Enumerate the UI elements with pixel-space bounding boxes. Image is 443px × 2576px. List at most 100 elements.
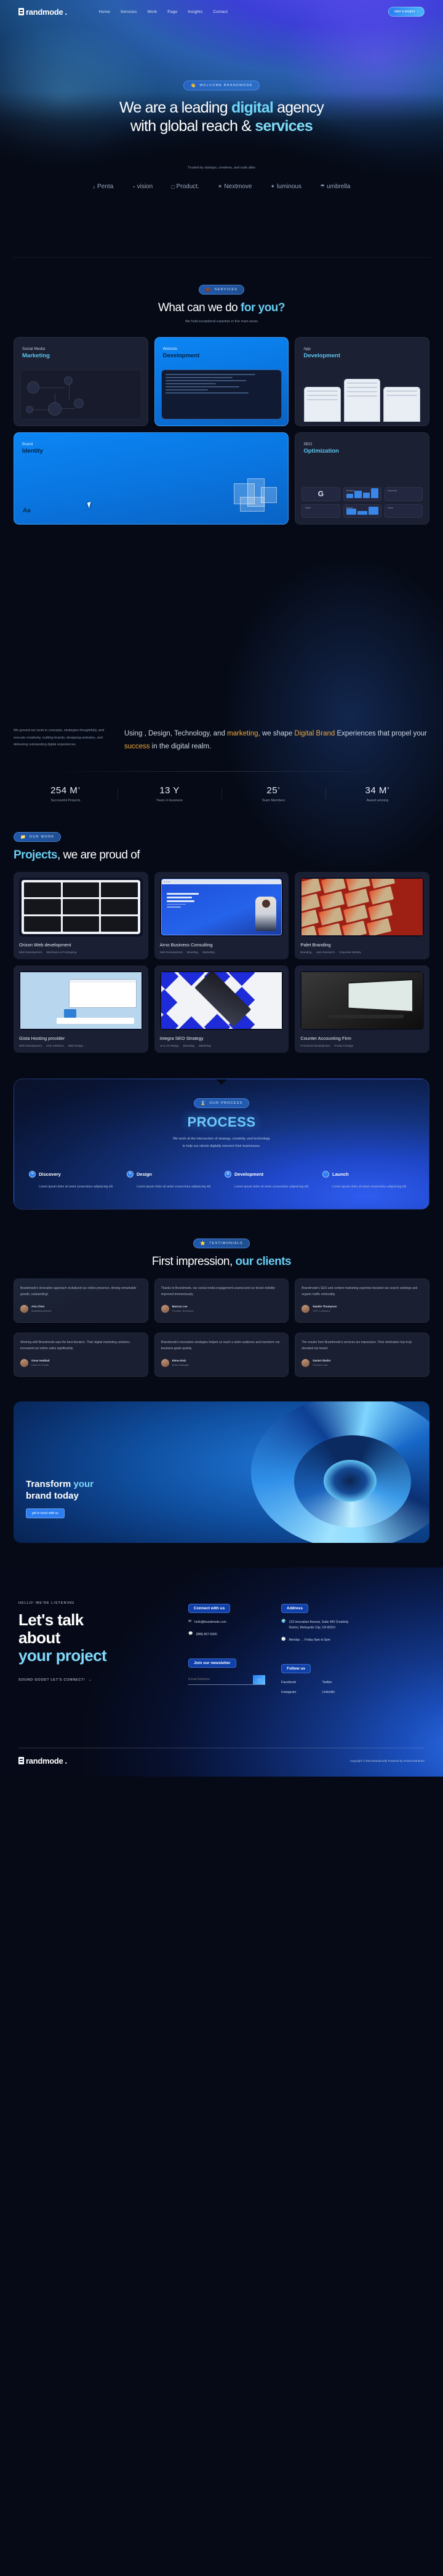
newsletter-submit-button[interactable]: → (253, 1674, 265, 1684)
newsletter-form: → (188, 1674, 265, 1685)
business-cards-art (301, 878, 423, 935)
grid9-art (22, 879, 140, 934)
process-badge-label: OUR PROCESS (209, 1101, 243, 1105)
footer-phone-row[interactable]: 💬 (888) 807-5000 (188, 1632, 265, 1638)
footer-connect-label: SOUND GOOD? LET'S CONNECT! (18, 1678, 86, 1682)
testimonial-role: Founder, Nextmove (172, 1309, 194, 1312)
rocket-icon: ∷ (322, 1170, 329, 1178)
process-steps: ✶ Discovery Lorem ipsum dolor sit amet c… (14, 1170, 429, 1191)
project-thumbnail (300, 877, 424, 937)
nav-item-work[interactable]: Work (147, 10, 157, 14)
footer-connect-title: Connect with us (188, 1603, 231, 1613)
projects-title-accent: Projects (14, 848, 57, 862)
project-card[interactable]: Orizon Web development Web Development, … (14, 871, 148, 959)
testimonials-badge: ⭐ TESTIMONIALS (193, 1238, 250, 1248)
briefcase-icon: 💼 (205, 288, 212, 292)
social-link-instagram[interactable]: Instagram (281, 1690, 317, 1694)
social-link-linkedin[interactable]: LinkedIn (322, 1690, 359, 1694)
newsletter-email-input[interactable] (188, 1675, 253, 1684)
footer-left: HELLO! WE'RE LISTENING Let's talk about … (18, 1601, 172, 1694)
client-logo-product: □ Product. (171, 183, 199, 190)
envelope-icon: ✉ (188, 1619, 192, 1623)
project-card[interactable]: Counter Accounting Firm Front-End Develo… (295, 965, 429, 1053)
footer-follow-title: Follow us (281, 1663, 311, 1673)
footer-headline-line1: Let's talk (18, 1610, 84, 1629)
avatar (20, 1304, 28, 1313)
process-subtitle-line1: We work at the intersection of strategy,… (173, 1136, 270, 1141)
testimonial-author: Marcus Lee (172, 1305, 188, 1309)
transform-banner: Transform your brand today get in touch … (14, 1401, 429, 1543)
brand-type-sample: Aa (23, 507, 31, 514)
about-seg-2: , we shape (258, 730, 295, 737)
testimonials-header: ⭐ TESTIMONIALS First impression, our cli… (0, 1210, 443, 1269)
project-title: Counter Accounting Firm (300, 1035, 351, 1041)
service-card-brand-identity[interactable]: Brand Identity Aa (14, 432, 289, 525)
luminous-icon: ✦ (270, 183, 275, 189)
chevron-right-icon: › (417, 10, 418, 14)
service-card-website-development[interactable]: Website Development (154, 337, 289, 426)
testimonial-meta: Aria Chen Marketing Director (20, 1304, 142, 1313)
social-link-facebook[interactable]: Facebook (281, 1681, 317, 1684)
service-card-app-development[interactable]: App Development (295, 337, 429, 426)
brand-logo[interactable]: randmode . (18, 7, 67, 17)
process-header: ⌛ OUR PROCESS PROCESS We work at the int… (14, 1096, 429, 1150)
process-step-discovery: ✶ Discovery Lorem ipsum dolor sit amet c… (29, 1170, 121, 1191)
social-link-twitter[interactable]: Twitter (322, 1681, 359, 1684)
vision-icon: ◔ (132, 183, 135, 190)
product-icon: □ (171, 183, 175, 190)
project-card[interactable]: Arno Business Consulting Web Development… (154, 871, 289, 959)
service-card-social-media-marketing[interactable]: Social Media Marketing (14, 337, 148, 426)
process-step-text: Lorem ipsum dolor sit amet consectetur a… (137, 1184, 211, 1189)
project-card[interactable]: Gista Hosting provider Web Development, … (14, 965, 148, 1053)
project-thumbnail (159, 970, 284, 1030)
footer-email-row[interactable]: ✉ hello@brandmode.com (188, 1620, 265, 1625)
arrow-right-icon: → (88, 1678, 92, 1682)
mockup-person-head (262, 899, 271, 908)
footer-brand-logo[interactable]: randmode . (18, 1756, 67, 1766)
services-section: 💼 SERVICES What can we do for you? We ho… (0, 258, 443, 525)
project-card[interactable]: integra SEO Strategy UI & UX design, Bra… (154, 965, 289, 1053)
stat-label: Years in business (156, 798, 183, 803)
stat-sup: + (386, 786, 390, 791)
project-title: Arno Business Consulting (159, 941, 213, 948)
stat-number: 34 M (365, 785, 387, 796)
footer-newsletter: Join our newsletter → (188, 1656, 265, 1685)
footer-hours-row: 🕓 Monday → Friday 9am to 5pm (281, 1638, 358, 1643)
monitor-base (327, 1015, 404, 1018)
project-tag: Front-End Development, (300, 1044, 331, 1047)
about-seg-4: Experiences that propel your (335, 730, 427, 737)
projects-title-rest: , we are proud of (57, 848, 140, 862)
project-card[interactable]: Palet Branding Branding, User Research, … (295, 871, 429, 959)
google-icon: G (317, 489, 324, 499)
start-project-button[interactable]: start a project › (388, 7, 425, 17)
banner-content: Transform your brand today get in touch … (26, 1479, 94, 1518)
nav-item-services[interactable]: Services (121, 10, 137, 14)
stat-years-in-business: 13 Y Years in business (118, 785, 222, 803)
chat-icon: 💬 (188, 1631, 193, 1636)
service-card-title: Identity (22, 448, 43, 454)
footer-phone: (888) 807-5000 (196, 1632, 217, 1636)
services-badge: 💼 SERVICES (198, 285, 245, 295)
process-step-development: ⚙ Development Lorem ipsum dolor sit amet… (225, 1170, 316, 1191)
stat-value: 34 M+ (325, 785, 429, 796)
banner-cta-button[interactable]: get in touch with us (26, 1508, 65, 1518)
nav-item-contact[interactable]: Contact (213, 10, 228, 14)
project-thumbnail (19, 970, 143, 1030)
process-notch (215, 1079, 228, 1085)
compass-icon: ✶ (29, 1170, 36, 1178)
nav-item-home[interactable]: Home (99, 10, 110, 14)
footer-connect-cta[interactable]: SOUND GOOD? LET'S CONNECT! → (18, 1678, 172, 1682)
service-card-seo-optimization[interactable]: SEO Optimization G Ranking Keywords Traf… (295, 432, 429, 525)
nav-item-insights[interactable]: Insights (188, 10, 202, 14)
process-subtitle: We work at the intersection of strategy,… (14, 1135, 429, 1150)
trusted-by-text: Trusted by startups, creatives, and suit… (188, 166, 255, 170)
nav-links: Home Services Work Page Insights Contact (99, 10, 228, 14)
project-thumbnail (19, 877, 143, 937)
hero-badge-label: WELCOME BRANDMODE (199, 84, 253, 87)
folder-icon: 📁 (20, 834, 26, 839)
logo-mark-icon (18, 8, 24, 15)
services-badge-label: SERVICES (214, 288, 238, 291)
nav-item-page[interactable]: Page (167, 10, 177, 14)
browser-mockup-art (161, 878, 282, 935)
footer-social-links: Facebook Twitter Instagram LinkedIn (281, 1681, 358, 1694)
